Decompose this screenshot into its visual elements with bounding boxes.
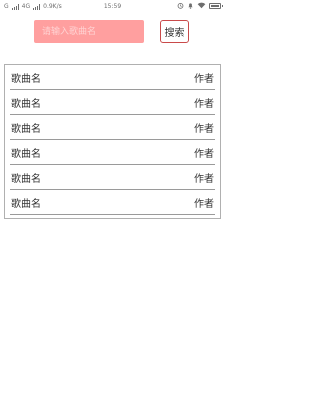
search-button[interactable]: 搜索 bbox=[160, 20, 189, 43]
alarm-icon bbox=[177, 2, 184, 9]
wifi-icon bbox=[197, 2, 206, 9]
song-title: 歌曲名 bbox=[11, 173, 41, 185]
song-artist: 作者 bbox=[194, 73, 214, 85]
song-title: 歌曲名 bbox=[11, 198, 41, 210]
song-artist: 作者 bbox=[194, 123, 214, 135]
song-title: 歌曲名 bbox=[11, 148, 41, 160]
song-title: 歌曲名 bbox=[11, 123, 41, 135]
battery-icon bbox=[209, 2, 223, 9]
song-artist: 作者 bbox=[194, 98, 214, 110]
bell-icon bbox=[188, 3, 193, 9]
search-input[interactable] bbox=[34, 20, 144, 43]
status-bar: G 4G 0.9K/s 15:59 bbox=[0, 0, 225, 14]
song-artist: 作者 bbox=[194, 148, 214, 160]
song-row[interactable]: 歌曲名 作者 bbox=[10, 165, 215, 190]
song-row[interactable]: 歌曲名 作者 bbox=[10, 90, 215, 115]
song-title: 歌曲名 bbox=[11, 98, 41, 110]
song-row[interactable]: 歌曲名 作者 bbox=[10, 190, 215, 215]
status-right bbox=[177, 2, 223, 9]
song-artist: 作者 bbox=[194, 173, 214, 185]
song-row[interactable]: 歌曲名 作者 bbox=[10, 140, 215, 165]
song-row[interactable]: 歌曲名 作者 bbox=[10, 115, 215, 140]
song-row[interactable]: 歌曲名 作者 bbox=[10, 65, 215, 90]
song-title: 歌曲名 bbox=[11, 73, 41, 85]
song-artist: 作者 bbox=[194, 198, 214, 210]
song-list: 歌曲名 作者 歌曲名 作者 歌曲名 作者 歌曲名 作者 歌曲名 作者 歌曲名 作… bbox=[4, 64, 221, 219]
